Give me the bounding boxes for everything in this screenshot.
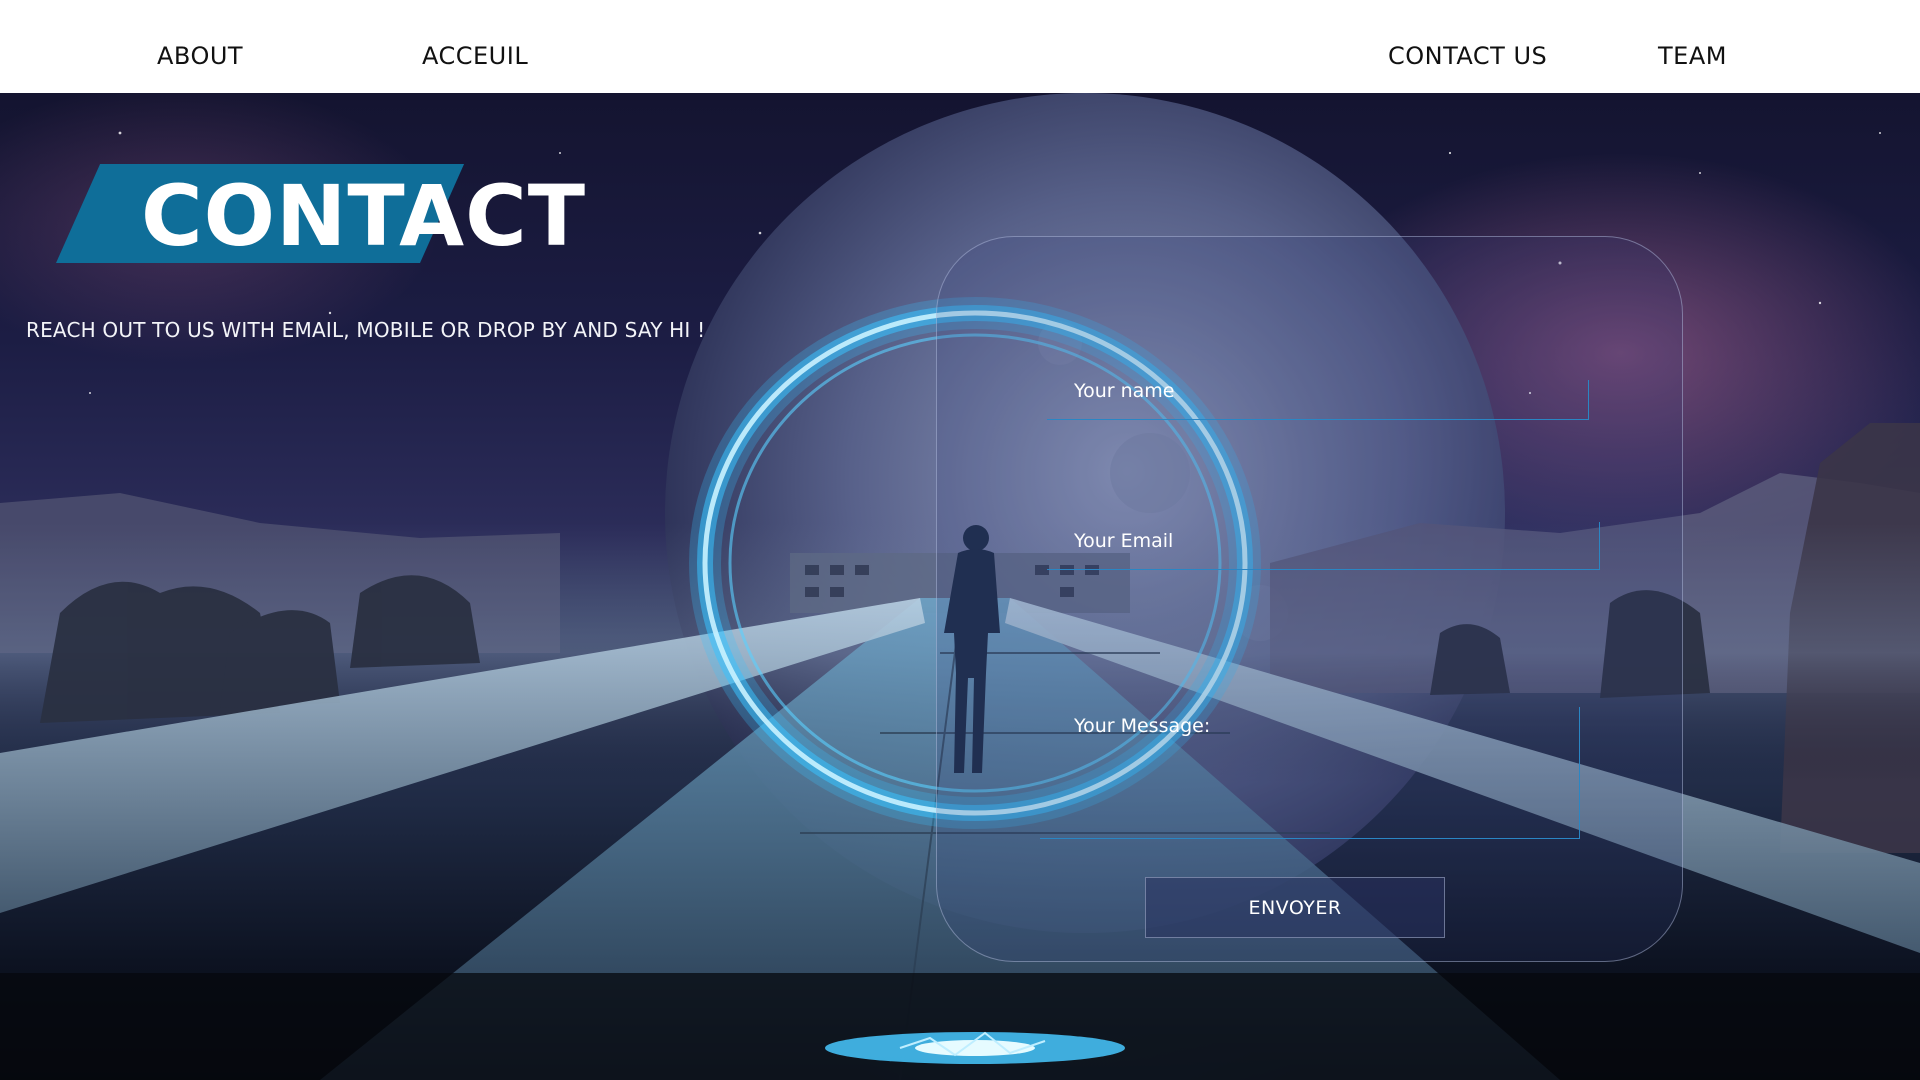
contact-form: Your name Your Email Your Message: ENVOY… xyxy=(936,236,1683,962)
top-navbar: ABOUT ACCEUIL CONTACT US TEAM xyxy=(0,0,1920,93)
page-subtitle: REACH OUT TO US WITH EMAIL, MOBILE OR DR… xyxy=(26,318,706,342)
page-title: CONTACT xyxy=(141,167,587,265)
nav-link-contact-us[interactable]: CONTACT US xyxy=(1388,42,1547,70)
nav-link-about[interactable]: ABOUT xyxy=(157,42,243,70)
message-textarea[interactable] xyxy=(1040,707,1580,839)
email-input[interactable] xyxy=(1047,522,1600,570)
send-button[interactable]: ENVOYER xyxy=(1145,877,1445,938)
name-input[interactable] xyxy=(1047,380,1589,420)
nav-link-acceuil[interactable]: ACCEUIL xyxy=(422,42,528,70)
nav-link-team[interactable]: TEAM xyxy=(1658,42,1727,70)
